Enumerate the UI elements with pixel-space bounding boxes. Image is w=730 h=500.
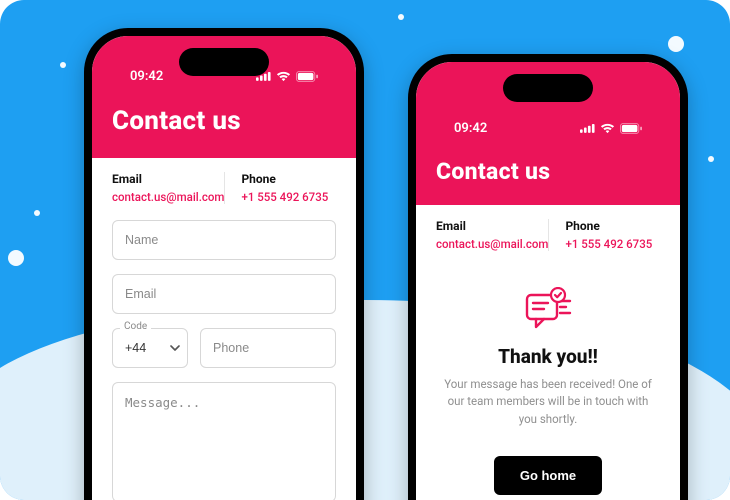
info-email-label: Email (112, 172, 224, 186)
phone-input[interactable] (200, 328, 336, 368)
message-sent-icon (438, 287, 658, 337)
country-code-select[interactable]: Code (112, 328, 188, 368)
success-body: Your message has been received! One of o… (438, 376, 658, 428)
dot (398, 14, 404, 20)
showcase-stage: 09:42 Contact us Email contact.us@mail.c… (0, 0, 730, 500)
page-title: Contact us (112, 106, 336, 136)
country-code-value[interactable] (112, 328, 188, 368)
phone-contact-success: 09:42 Contact us Email contact.us@mail.c… (408, 54, 688, 500)
country-code-label: Code (120, 321, 151, 332)
name-input[interactable] (112, 220, 336, 260)
info-phone: Phone +1 555 492 6735 (224, 172, 336, 204)
success-panel: Thank you!! Your message has been receiv… (416, 261, 680, 495)
battery-icon (296, 71, 318, 82)
info-email: Email contact.us@mail.com (112, 172, 224, 204)
info-phone-label: Phone (241, 172, 336, 186)
dot (708, 156, 714, 162)
phone-contact-form: 09:42 Contact us Email contact.us@mail.c… (84, 28, 364, 500)
message-textarea[interactable] (112, 382, 336, 500)
cellular-icon (580, 123, 595, 133)
info-email-value: contact.us@mail.com (112, 190, 224, 204)
info-email: Email contact.us@mail.com (436, 219, 548, 251)
contact-info: Email contact.us@mail.com Phone +1 555 4… (92, 158, 356, 214)
email-input[interactable] (112, 274, 336, 314)
info-phone: Phone +1 555 492 6735 (548, 219, 660, 251)
dynamic-island (179, 48, 269, 76)
contact-form: Code (92, 214, 356, 500)
wifi-icon (276, 71, 291, 82)
dynamic-island (503, 74, 593, 102)
battery-icon (620, 123, 642, 134)
go-home-button[interactable]: Go home (494, 456, 602, 495)
wifi-icon (600, 123, 615, 134)
status-icons (580, 123, 642, 134)
info-phone-value: +1 555 492 6735 (565, 237, 660, 251)
page-title: Contact us (436, 158, 660, 185)
success-title: Thank you!! (438, 345, 658, 368)
dot (668, 36, 684, 52)
contact-info: Email contact.us@mail.com Phone +1 555 4… (416, 205, 680, 261)
info-email-label: Email (436, 219, 548, 233)
status-bar: 09:42 (436, 98, 660, 144)
info-email-value: contact.us@mail.com (436, 237, 548, 251)
info-phone-value: +1 555 492 6735 (241, 190, 336, 204)
info-phone-label: Phone (565, 219, 660, 233)
status-icons (256, 71, 318, 82)
status-time: 09:42 (454, 121, 487, 136)
dot (8, 250, 24, 266)
dot (34, 210, 40, 216)
status-time: 09:42 (130, 69, 163, 84)
dot (60, 62, 66, 68)
